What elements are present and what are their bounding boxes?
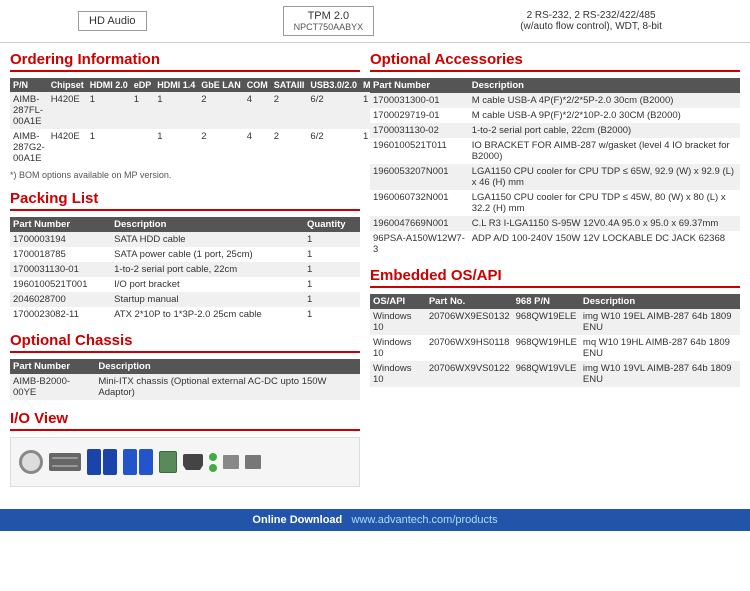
usb-ports [87,449,117,475]
col-usb: USB3.0/2.0 [307,78,360,92]
online-download-label: Online Download [252,514,342,526]
online-download-bar: Online Download www.advantech.com/produc… [0,509,750,531]
embedded-os-title: Embedded OS/API [370,267,740,288]
packing-list-title: Packing List [10,190,360,211]
top-bar: HD Audio TPM 2.0 NPCT750AABYX 2 RS-232, … [0,0,750,43]
optional-accessories-title: Optional Accessories [370,51,740,72]
embedded-os-thead: OS/API Part No. 968 P/N Description [370,294,740,309]
usb-port-icon [87,449,101,475]
usb3-port-icon [123,449,137,475]
main-content: Ordering Information P/N Chipset HDMI 2.… [0,43,750,505]
db9-port-icon [49,453,81,471]
led-icon [209,453,217,461]
table-row: Windows 10 20706WX9ES0132 968QW19ELE img… [370,309,740,335]
optional-accessories-header: Part Number Description [370,78,740,93]
col-gbe: GbE LAN [198,78,244,92]
ordering-info-title: Ordering Information [10,51,360,72]
table-row: 1960060732N001 LGA1150 CPU cooler for CP… [370,190,740,216]
col-chipset: Chipset [48,78,87,92]
optional-chassis-tbody: AIMB-B2000-00YE Mini-ITX chassis (Option… [10,374,360,400]
col-sata: SATAIII [271,78,308,92]
io-view-title: I/O View [10,410,360,431]
optional-chassis-table: Part Number Description AIMB-B2000-00YE … [10,359,360,400]
embedded-os-table: OS/API Part No. 968 P/N Description Wind… [370,294,740,387]
table-row: 1960100521T011 IO BRACKET FOR AIMB-287 w… [370,138,740,164]
io-view-diagram [10,437,360,487]
hdmi-port-icon [183,454,203,470]
packing-list-section: Packing List Part Number Description Qua… [10,190,360,322]
col-pn: P/N [10,78,48,92]
table-row: 1700031300-01 M cable USB-A 4P(F)*2/2*5P… [370,93,740,108]
table-row: 1700031130-02 1-to-2 serial port cable, … [370,123,740,138]
led-indicators [209,453,217,472]
optional-accessories-table: Part Number Description 1700031300-01 M … [370,78,740,257]
table-row: 1700029719-01 M cable USB-A 9P(F)*2/2*10… [370,108,740,123]
col-com: COM [244,78,271,92]
embedded-os-section: Embedded OS/API OS/API Part No. 968 P/N … [370,267,740,387]
led-icon [209,464,217,472]
table-row: 1700018785 SATA power cable (1 port, 25c… [10,247,360,262]
table-row: 1960053207N001 LGA1150 CPU cooler for CP… [370,164,740,190]
usb3-ports [123,449,153,475]
optional-chassis-title: Optional Chassis [10,332,360,353]
table-row: 96PSA-A150W12W7-3 ADP A/D 100-240V 150W … [370,231,740,257]
audio-port-icon [223,455,239,469]
table-row: 1960047669N001 C.L R3 I-LGA1150 S-95W 12… [370,216,740,231]
optional-chassis-header: Part Number Description [10,359,360,374]
embedded-os-tbody: Windows 10 20706WX9ES0132 968QW19ELE img… [370,309,740,387]
table-row: 2046028700 Startup manual 1 [10,292,360,307]
packing-list-tbody: 1700003194 SATA HDD cable 1 1700018785 S… [10,232,360,322]
usb-port-icon [103,449,117,475]
audio-port2-icon [245,455,261,469]
right-column: Optional Accessories Part Number Descrip… [370,51,740,497]
rj45-port-icon [159,451,177,473]
ordering-note: *) BOM options available on MP version. [10,170,360,180]
col-hdmi14: HDMI 1.4 [154,78,198,92]
optional-chassis-section: Optional Chassis Part Number Description… [10,332,360,400]
serial-port-icon [19,450,43,474]
embedded-os-header: OS/API Part No. 968 P/N Description [370,294,740,309]
table-row: AIMB-B2000-00YE Mini-ITX chassis (Option… [10,374,360,400]
usb3-port-icon [139,449,153,475]
table-row: Windows 10 20706WX9VS0122 968QW19VLE img… [370,361,740,387]
optional-accessories-section: Optional Accessories Part Number Descrip… [370,51,740,257]
left-column: Ordering Information P/N Chipset HDMI 2.… [10,51,370,497]
col-edp: eDP [131,78,155,92]
online-download-url[interactable]: www.advantech.com/products [351,514,497,526]
table-row: 1700003194 SATA HDD cable 1 [10,232,360,247]
io-view-section: I/O View [10,410,360,487]
col-hdmi20: HDMI 2.0 [87,78,131,92]
rs232-label: 2 RS-232, 2 RS-232/422/485(w/auto flow c… [510,7,672,35]
optional-accessories-thead: Part Number Description [370,78,740,93]
packing-list-table: Part Number Description Quantity 1700003… [10,217,360,322]
table-row: 1700023082-11 ATX 2*10P to 1*3P-2.0 25cm… [10,307,360,322]
packing-list-header: Part Number Description Quantity [10,217,360,232]
optional-chassis-thead: Part Number Description [10,359,360,374]
tpm-label: TPM 2.0 NPCT750AABYX [283,6,375,36]
optional-accessories-tbody: 1700031300-01 M cable USB-A 4P(F)*2/2*5P… [370,93,740,257]
hd-audio-label: HD Audio [78,11,146,31]
packing-list-thead: Part Number Description Quantity [10,217,360,232]
table-row: Windows 10 20706WX9HS0118 968QW19HLE mq … [370,335,740,361]
table-row: 1700031130-01 1-to-2 serial port cable, … [10,262,360,277]
ordering-info-section: Ordering Information P/N Chipset HDMI 2.… [10,51,360,180]
table-row: 1960100521T001 I/O port bracket 1 [10,277,360,292]
